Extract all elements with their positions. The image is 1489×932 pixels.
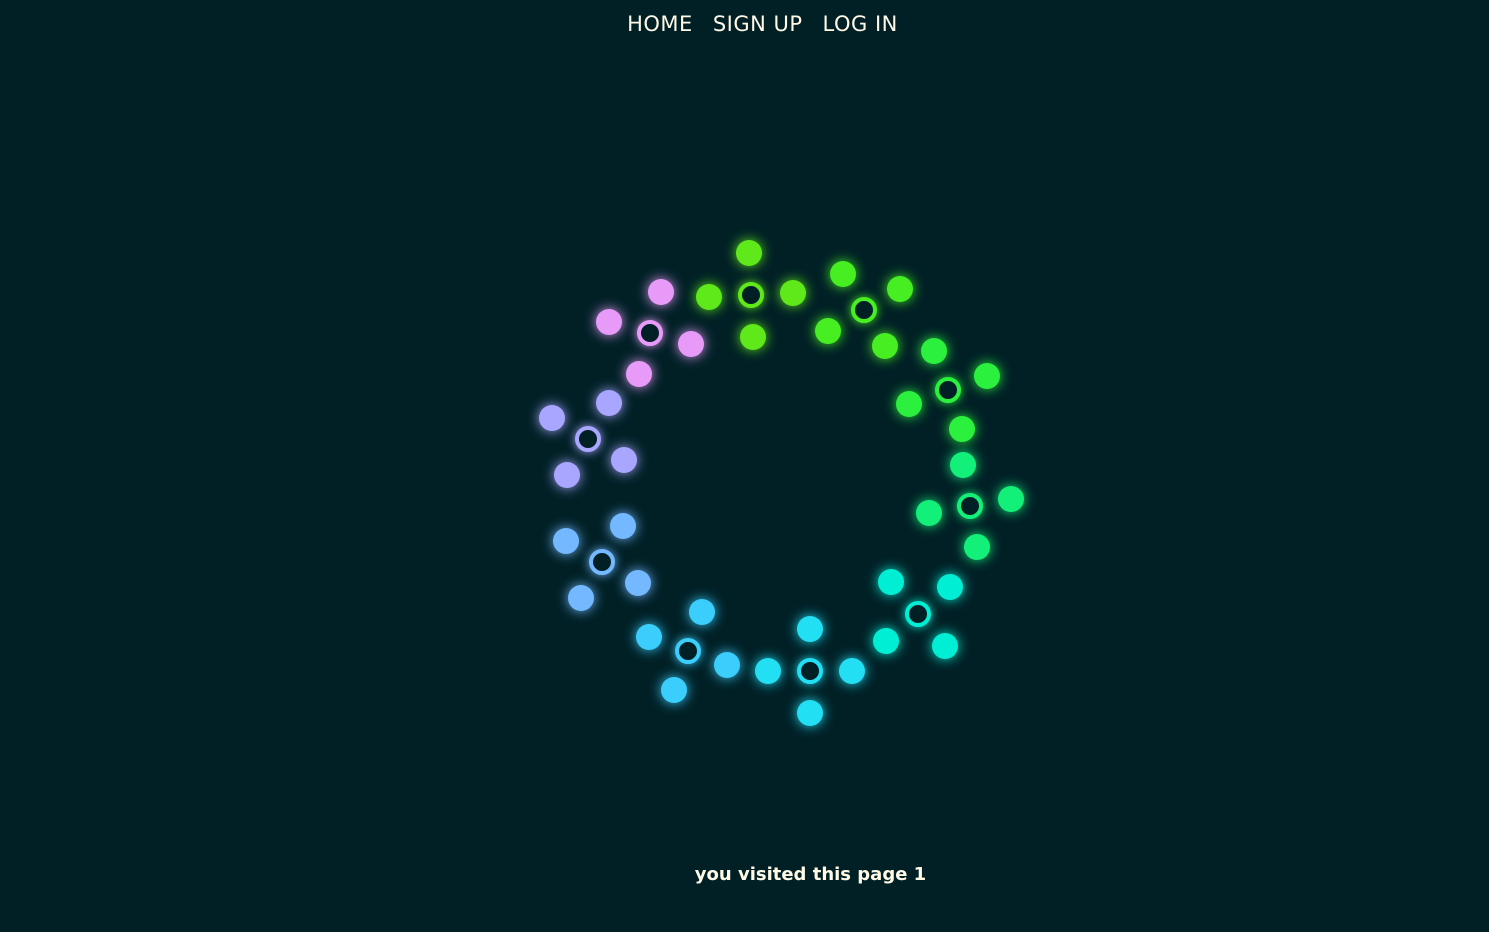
spinner-dot — [625, 570, 652, 596]
spinner-dot — [830, 260, 856, 287]
spinner-dot — [931, 633, 958, 660]
spinner-dot — [610, 512, 636, 539]
spinner-dot — [596, 309, 623, 336]
spinner-dot — [596, 389, 622, 416]
spinner-dot — [735, 240, 762, 267]
spinner-dot — [626, 360, 653, 387]
visit-counter-text: you visited this page 1 — [694, 864, 927, 885]
spinner-center-dot — [575, 426, 601, 452]
spinner-dot — [998, 485, 1025, 512]
spinner-dot — [740, 323, 767, 350]
spinner-dot — [895, 391, 922, 418]
spinner-dot — [797, 700, 823, 726]
spinner-dot — [797, 616, 823, 642]
spinner-center-dot — [905, 601, 931, 627]
spinner-dot — [660, 677, 687, 704]
spinner-dot — [920, 337, 947, 364]
spinner-dot — [872, 627, 899, 654]
nav-login-link[interactable]: LOG IN — [823, 12, 898, 36]
spinner-dot — [568, 585, 594, 612]
loading-spinner-ring — [0, 0, 1489, 932]
spinner-dot — [949, 416, 976, 443]
spinner-center-dot — [675, 638, 701, 664]
spinner-dot — [878, 568, 904, 595]
spinner-dot — [689, 598, 716, 625]
spinner-dot — [814, 318, 841, 344]
spinner-center-dot — [935, 377, 961, 403]
spinner-dot — [714, 652, 741, 679]
spinner-dot — [949, 451, 976, 478]
spinner-dot — [974, 362, 1001, 389]
spinner-center-dot — [589, 549, 615, 575]
spinner-dot — [839, 658, 865, 684]
spinner-center-dot — [797, 658, 823, 684]
spinner-dot — [554, 462, 580, 489]
spinner-dot — [755, 658, 781, 684]
spinner-center-dot — [957, 493, 983, 519]
top-nav: HOME SIGN UP LOG IN — [0, 12, 1489, 36]
spinner-dot — [872, 333, 898, 360]
spinner-dot — [779, 279, 806, 306]
spinner-dot — [696, 284, 723, 311]
spinner-center-dot — [637, 320, 663, 346]
spinner-dot — [647, 279, 674, 306]
nav-home-link[interactable]: HOME — [627, 12, 693, 36]
spinner-center-dot — [738, 282, 764, 308]
spinner-dot — [635, 623, 662, 650]
nav-signup-link[interactable]: SIGN UP — [713, 12, 803, 36]
spinner-dot — [552, 528, 579, 554]
spinner-dot — [964, 534, 991, 561]
spinner-dot — [538, 405, 565, 431]
spinner-dot — [677, 330, 704, 357]
spinner-dot — [915, 500, 942, 527]
spinner-dot — [887, 276, 914, 302]
spinner-center-dot — [851, 297, 877, 323]
spinner-dot — [937, 574, 964, 600]
spinner-dot — [611, 447, 638, 473]
